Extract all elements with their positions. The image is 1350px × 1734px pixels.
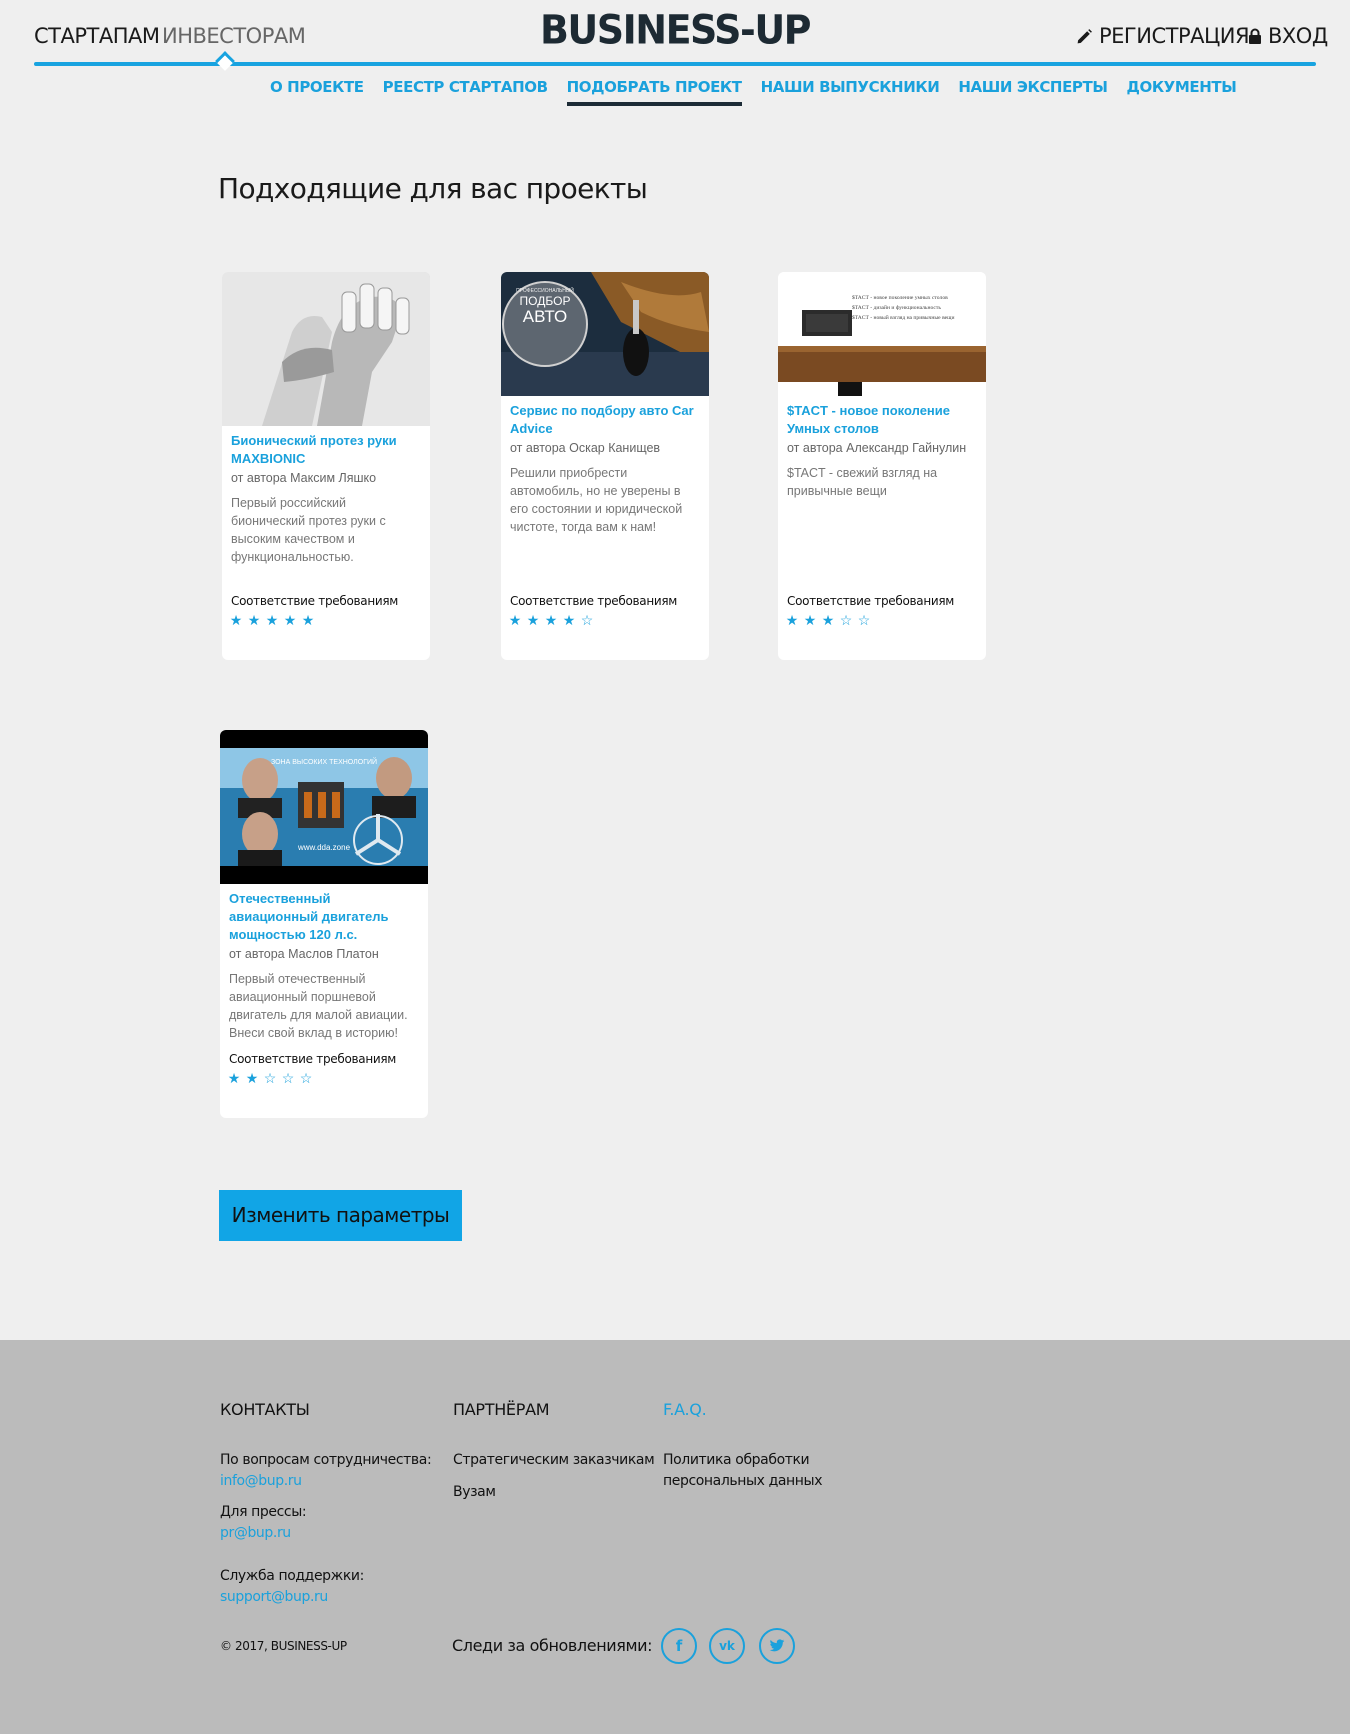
- project-title[interactable]: Сервис по подбору авто Car Advice: [510, 402, 700, 438]
- copyright: © 2017, BUSINESS-UP: [220, 1639, 347, 1653]
- star-filled-icon: ★: [301, 612, 315, 628]
- register-link[interactable]: РЕГИСТРАЦИЯ: [1076, 24, 1250, 48]
- lock-icon: [1249, 28, 1261, 44]
- star-filled-icon: ★: [526, 612, 540, 628]
- sub-navigation: О ПРОЕКТЕ РЕЕСТР СТАРТАПОВ ПОДОБРАТЬ ПРО…: [270, 78, 1255, 106]
- image-caption: $TACT - дизайн и функциональность: [852, 304, 941, 311]
- image-caption: $TACT - новое поколение умных столов: [852, 294, 948, 301]
- project-description: Первый отечественный авиационный поршнев…: [229, 972, 408, 1040]
- site-header: СТАРТАПАМ ИНВЕСТОРАМ BUSINESS-UP РЕГИСТР…: [0, 0, 1350, 71]
- match-label: Соответствие требованиям: [231, 594, 399, 608]
- star-empty-icon: ☆: [263, 1070, 277, 1086]
- support-email-link[interactable]: support@bup.ru: [220, 1587, 328, 1608]
- project-image-smart-table[interactable]: $TACT - новое поколение умных столов $TA…: [778, 272, 986, 396]
- coop-email-link[interactable]: info@bup.ru: [220, 1471, 302, 1492]
- project-image-aviation-engine[interactable]: ЗОНА ВЫСОКИХ ТЕХНОЛОГИЙ www.dda.zone: [220, 730, 428, 884]
- image-caption: $TACT - новый взгляд на привычные вещи: [852, 314, 954, 321]
- partners-heading: ПАРТНЁРАМ: [453, 1400, 550, 1419]
- project-author: от автора Оскар Канищев: [510, 441, 661, 455]
- facebook-icon[interactable]: f: [661, 1628, 697, 1664]
- coop-label: По вопросам сотрудничества:: [220, 1452, 432, 1468]
- match-label: Соответствие требованиям: [787, 594, 955, 608]
- project-image-bionic-hand[interactable]: [222, 272, 430, 426]
- project-card[interactable]: $TACT - новое поколение умных столов $TA…: [778, 272, 986, 660]
- star-filled-icon: ★: [229, 612, 243, 628]
- star-filled-icon: ★: [821, 612, 835, 628]
- partner-link-strategic[interactable]: Стратегическим заказчикам: [453, 1450, 655, 1471]
- faq-link[interactable]: F.A.Q.: [663, 1400, 707, 1419]
- star-filled-icon: ★: [562, 612, 576, 628]
- star-filled-icon: ★: [785, 612, 799, 628]
- project-title[interactable]: $TACT - новое поколение Умных столов: [787, 402, 977, 438]
- login-label: ВХОД: [1268, 24, 1328, 48]
- star-filled-icon: ★: [544, 612, 558, 628]
- rating-stars: ★ ★ ★ ★ ☆: [508, 612, 594, 629]
- pencil-icon: [1077, 28, 1092, 43]
- press-email-link[interactable]: pr@bup.ru: [220, 1523, 291, 1544]
- privacy-policy-link[interactable]: Политика обработки персональных данных: [663, 1450, 823, 1492]
- press-label: Для прессы:: [220, 1504, 307, 1520]
- site-footer: КОНТАКТЫ ПАРТНЁРАМ F.A.Q. По вопросам со…: [0, 1340, 1350, 1734]
- support-label: Служба поддержки:: [220, 1568, 364, 1584]
- star-filled-icon: ★: [508, 612, 522, 628]
- star-filled-icon: ★: [265, 612, 279, 628]
- project-title[interactable]: Отечественный авиационный двигатель мощн…: [229, 890, 419, 944]
- project-description: $TACT - свежий взгляд на привычные вещи: [787, 466, 938, 498]
- twitter-icon[interactable]: [759, 1628, 795, 1664]
- subnav-about[interactable]: О ПРОЕКТЕ: [270, 78, 364, 106]
- star-filled-icon: ★: [247, 612, 261, 628]
- register-label: РЕГИСТРАЦИЯ: [1099, 24, 1250, 48]
- rating-stars: ★ ★ ☆ ☆ ☆: [227, 1070, 313, 1087]
- star-filled-icon: ★: [283, 612, 297, 628]
- project-description: Первый российский бионический протез рук…: [231, 496, 386, 564]
- project-card[interactable]: ПРОФЕССИОНАЛЬНЫЙ ПОДБОР АВТО Сервис по п…: [501, 272, 709, 660]
- star-empty-icon: ☆: [299, 1070, 313, 1086]
- star-empty-icon: ☆: [580, 612, 594, 628]
- star-empty-icon: ☆: [281, 1070, 295, 1086]
- project-author: от автора Максим Ляшко: [231, 471, 377, 485]
- partner-link-universities[interactable]: Вузам: [453, 1482, 496, 1503]
- project-card[interactable]: ЗОНА ВЫСОКИХ ТЕХНОЛОГИЙ www.dda.zone Оте…: [220, 730, 428, 1118]
- subnav-graduates[interactable]: НАШИ ВЫПУСКНИКИ: [761, 78, 940, 106]
- project-author: от автора Александр Гайнулин: [787, 441, 967, 455]
- subnav-pick-project[interactable]: ПОДОБРАТЬ ПРОЕКТ: [566, 78, 742, 106]
- page-title: Подходящие для вас проекты: [218, 172, 648, 205]
- subnav-documents[interactable]: ДОКУМЕНТЫ: [1127, 78, 1237, 106]
- star-empty-icon: ☆: [857, 612, 871, 628]
- subnav-registry[interactable]: РЕЕСТР СТАРТАПОВ: [383, 78, 548, 106]
- match-label: Соответствие требованиям: [510, 594, 678, 608]
- project-description: Решили приобрести автомобиль, но не увер…: [510, 466, 683, 534]
- follow-label: Следи за обновлениями:: [452, 1636, 653, 1655]
- star-filled-icon: ★: [245, 1070, 259, 1086]
- match-label: Соответствие требованиям: [229, 1052, 397, 1066]
- rating-stars: ★ ★ ★ ☆ ☆: [785, 612, 871, 629]
- rating-stars: ★ ★ ★ ★ ★: [229, 612, 315, 629]
- contacts-heading: КОНТАКТЫ: [220, 1400, 310, 1419]
- project-card[interactable]: Бионический протез руки MAXBIONIC от авт…: [222, 272, 430, 660]
- project-image-car-keys[interactable]: ПРОФЕССИОНАЛЬНЫЙ ПОДБОР АВТО: [501, 272, 709, 396]
- vk-icon[interactable]: vk: [709, 1628, 745, 1664]
- image-caption: ЗОНА ВЫСОКИХ ТЕХНОЛОГИЙ: [271, 757, 377, 766]
- image-caption: www.dda.zone: [297, 843, 351, 852]
- star-filled-icon: ★: [227, 1070, 241, 1086]
- image-caption: ПРОФЕССИОНАЛЬНЫЙ: [516, 286, 574, 294]
- star-filled-icon: ★: [803, 612, 817, 628]
- active-tab-marker: [215, 51, 235, 71]
- subnav-experts[interactable]: НАШИ ЭКСПЕРТЫ: [958, 78, 1108, 106]
- login-link[interactable]: ВХОД: [1248, 24, 1328, 48]
- image-caption: ПОДБОР: [520, 294, 571, 308]
- project-author: от автора Маслов Платон: [229, 947, 379, 961]
- project-title[interactable]: Бионический протез руки MAXBIONIC: [231, 432, 421, 468]
- star-empty-icon: ☆: [839, 612, 853, 628]
- image-caption: АВТО: [523, 307, 567, 326]
- change-parameters-button[interactable]: Изменить параметры: [219, 1190, 462, 1241]
